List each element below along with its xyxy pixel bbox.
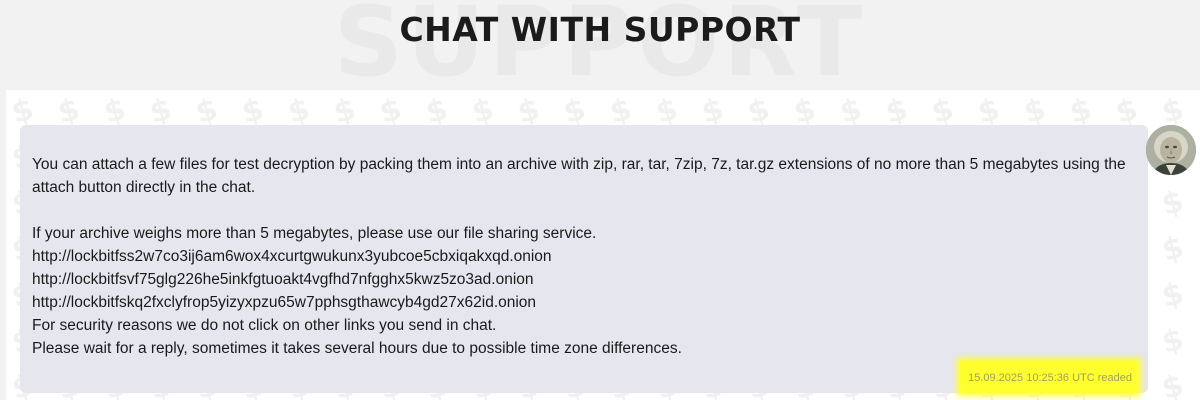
page-title: CHAT WITH SUPPORT: [399, 10, 801, 49]
timestamp-highlight: 15.09.2025 10:25:36 UTC readed: [960, 361, 1138, 393]
message-intro: You can attach a few files for test decr…: [32, 156, 1126, 196]
message-timestamp: 15.09.2025 10:25:36 UTC readed: [968, 372, 1132, 384]
message-large-archive-note: If your archive weighs more than 5 megab…: [32, 225, 597, 242]
onion-link-1[interactable]: http://lockbitfss2w7co3ij6am6wox4xcurtgw…: [32, 245, 1136, 268]
chat-area[interactable]: $ You can attach a few files for test de…: [6, 90, 1200, 400]
message-wait-note: Please wait for a reply, sometimes it ta…: [32, 340, 682, 357]
support-message-bubble: You can attach a few files for test decr…: [20, 125, 1148, 393]
onion-link-2[interactable]: http://lockbitfsvf75glg226he5inkfgtuoakt…: [32, 268, 1136, 291]
onion-link-3[interactable]: http://lockbitfskq2fxclyfrop5yizyxpzu65w…: [32, 291, 1136, 314]
message-security-note: For security reasons we do not click on …: [32, 317, 497, 334]
banknote-portrait-avatar-icon: [1146, 125, 1196, 175]
page-header: SUPPORT CHAT WITH SUPPORT: [0, 0, 1200, 90]
